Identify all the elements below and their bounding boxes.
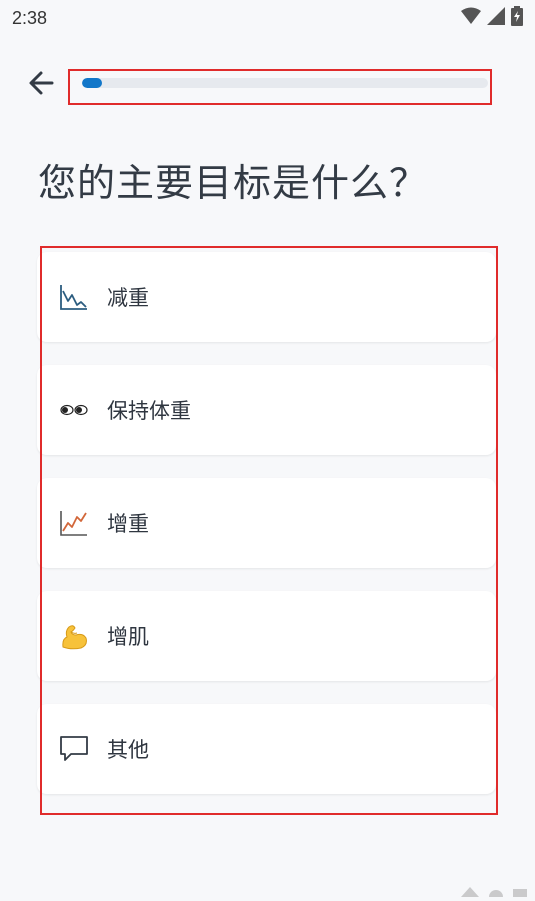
back-arrow-icon bbox=[28, 70, 54, 100]
progress-fill bbox=[82, 78, 103, 88]
triangle-icon bbox=[461, 882, 479, 901]
status-icons bbox=[461, 6, 523, 30]
square-icon bbox=[513, 882, 527, 901]
navigation-hint-icons bbox=[461, 882, 527, 901]
status-time: 2:38 bbox=[12, 8, 48, 28]
battery-charging-icon bbox=[511, 6, 523, 30]
wifi-icon bbox=[461, 7, 481, 29]
signal-icon bbox=[487, 7, 505, 29]
circle-icon bbox=[489, 882, 503, 901]
options-highlight-box bbox=[40, 246, 498, 815]
page-title: 您的主要目标是什么？ bbox=[38, 161, 429, 205]
progress-bar bbox=[82, 78, 488, 88]
status-bar: 2:38 bbox=[0, 0, 535, 36]
back-button[interactable] bbox=[24, 68, 58, 102]
